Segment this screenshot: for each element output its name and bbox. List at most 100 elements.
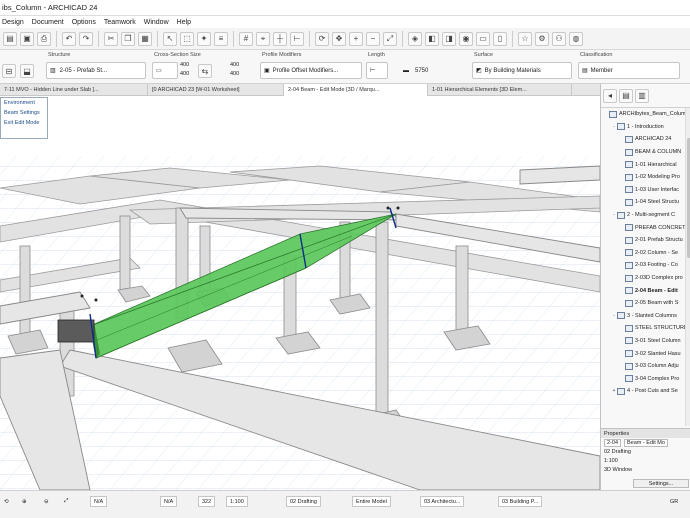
scale-field[interactable]: 1:100 (226, 496, 248, 507)
properties-id[interactable]: 2-04 (604, 438, 622, 447)
undo-icon[interactable]: ↶ (62, 31, 76, 46)
tree-item[interactable]: BEAM & COLUMN (601, 146, 685, 159)
print-icon[interactable]: ⎙ (37, 31, 51, 46)
star-icon[interactable]: ☆ (518, 31, 532, 46)
orbit-icon[interactable]: ⟳ (315, 31, 329, 46)
teamwork-icon[interactable]: ⚇ (552, 31, 566, 46)
tree-item[interactable]: 2-01 Prefab Structu (601, 234, 685, 247)
pan-status-icon[interactable]: ⊖ (44, 496, 49, 507)
tree-item[interactable]: 3-04 Complex Pro (601, 372, 685, 385)
size-a[interactable]: 400 (180, 62, 189, 68)
tree-item[interactable]: STEEL STRUCTURE (601, 322, 685, 335)
tree-item[interactable]: ARCHIbytes_Beam_Colum (601, 108, 685, 121)
model-field[interactable]: Entire Model (352, 496, 391, 507)
project-map-icon[interactable]: ▤ (619, 88, 633, 103)
3d-viewport[interactable] (0, 96, 600, 490)
zoom-status-icon[interactable]: ⊕ (22, 496, 27, 507)
fit-status-icon[interactable]: ⤢ (64, 496, 68, 507)
paste-icon[interactable]: ▦ (138, 31, 152, 46)
save-icon[interactable]: ▣ (20, 31, 34, 46)
undo-status-icon[interactable]: ⟲ (4, 496, 9, 507)
tree-item[interactable]: 2-03 Footing - Co (601, 259, 685, 272)
worksheet-icon[interactable]: ▭ (476, 31, 490, 46)
tab-beam-edit[interactable]: 2-04 Beam - Edit Mode [3D / Marqu... (284, 84, 428, 96)
popup-exit-edit-mode[interactable]: Exit Edit Mode (1, 118, 47, 128)
size-c[interactable]: 400 (230, 62, 239, 68)
redo-icon[interactable]: ↷ (79, 31, 93, 46)
menu-help[interactable]: Help (177, 19, 191, 26)
surface-select[interactable]: ◩ By Building Materials (472, 62, 572, 79)
tree-scrollbar[interactable] (685, 108, 690, 426)
cut-icon[interactable]: ✂ (104, 31, 118, 46)
tree-item[interactable]: 3-01 Steel Column (601, 335, 685, 348)
tree-item[interactable]: -3 - Slanted Columns (601, 310, 685, 323)
pan-icon[interactable]: ✥ (332, 31, 346, 46)
structure-select[interactable]: ▥ 2-05 - Prefab St... (46, 62, 146, 79)
gr-field[interactable]: GR (670, 496, 678, 507)
globe-icon[interactable]: ◍ (569, 31, 583, 46)
tab-mvo[interactable]: 7-11 MVO - Hidden Line under Slab ]... (0, 84, 148, 96)
measure-icon[interactable]: ⊢ (290, 31, 304, 46)
beam-tool-icon[interactable]: ⊟ (2, 64, 16, 78)
guide-icon[interactable]: ┼ (273, 31, 287, 46)
tree-item[interactable]: ARCHICAD 24 (601, 133, 685, 146)
link-icon[interactable]: ⇆ (198, 64, 212, 78)
tree-item[interactable]: -2 - Multi-segment C (601, 209, 685, 222)
na-field-2[interactable]: N/A (160, 496, 178, 507)
menu-window[interactable]: Window (144, 19, 169, 26)
na-field-1[interactable]: N/A (90, 496, 108, 507)
tree-item[interactable]: +4 - Post Cuts and Se (601, 385, 685, 398)
length-mode-button[interactable]: ⊢ (366, 62, 388, 79)
menu-design[interactable]: Design (2, 19, 24, 26)
tree-item[interactable]: 1-04 Steel Structu (601, 196, 685, 209)
tree-item[interactable]: PREFAB CONCRETE (601, 221, 685, 234)
popup-beam-settings[interactable]: Beam Settings (1, 108, 47, 118)
tree-item[interactable]: 1-02 Modeling Pro (601, 171, 685, 184)
copy-icon[interactable]: ❐ (121, 31, 135, 46)
elevation-icon[interactable]: ◨ (442, 31, 456, 46)
building-field[interactable]: 03 Building P... (498, 496, 543, 507)
marquee-tool-icon[interactable]: ⬚ (180, 31, 194, 46)
length-field[interactable]: ▬ 5750 (400, 62, 466, 79)
tree-item[interactable]: 2-04 Beam - Edit (601, 284, 685, 297)
menu-teamwork[interactable]: Teamwork (104, 19, 136, 26)
menu-document[interactable]: Document (32, 19, 64, 26)
tree-item[interactable]: 1-01 Hierarchical (601, 158, 685, 171)
tree-item[interactable]: 2-05 Beam with S (601, 297, 685, 310)
section-icon[interactable]: ◧ (425, 31, 439, 46)
tree-item[interactable]: 3-03 Column Adju (601, 360, 685, 373)
profile-modifiers-button[interactable]: ▣ Profile Offset Modifiers... (260, 62, 362, 79)
zoom-in-icon[interactable]: + (349, 31, 363, 46)
properties-name[interactable]: Beam - Edit Mo (624, 438, 668, 447)
fit-icon[interactable]: ⤢ (383, 31, 397, 46)
settings-icon[interactable]: ⚙ (535, 31, 549, 46)
structure-field[interactable]: 03 Architectu... (420, 496, 465, 507)
tab-hierarchical[interactable]: 1-01 Hierarchical Elements [3D Elem... (428, 84, 572, 96)
3d-view-icon[interactable]: ◈ (408, 31, 422, 46)
open-icon[interactable]: ▤ (3, 31, 17, 46)
size-d[interactable]: 400 (230, 71, 239, 77)
arrow-tool-icon[interactable]: ↖ (163, 31, 177, 46)
geometry-method-icon[interactable]: ⬓ (20, 64, 34, 78)
layout-icon[interactable]: ▯ (493, 31, 507, 46)
back-icon[interactable]: ◂ (603, 88, 617, 103)
settings-button[interactable]: Settings... (633, 479, 689, 488)
zoom-out-icon[interactable]: − (366, 31, 380, 46)
magic-wand-icon[interactable]: ✦ (197, 31, 211, 46)
tree-item[interactable]: 2-02 Column - Se (601, 247, 685, 260)
grid-icon[interactable]: # (239, 31, 253, 46)
section-shape-select[interactable]: ▭ (152, 62, 178, 79)
snap-icon[interactable]: ⌖ (256, 31, 270, 46)
detail-icon[interactable]: ◉ (459, 31, 473, 46)
tab-worksheet[interactable]: [0 ARCHICAD 23 [W-01 Worksheet] (148, 84, 284, 96)
tree-item[interactable]: 3-02 Slanted Hasu (601, 347, 685, 360)
menu-options[interactable]: Options (72, 19, 96, 26)
layer-field[interactable]: 02 Drafting (286, 496, 321, 507)
num-field[interactable]: 322 (198, 496, 216, 507)
tree-item[interactable]: -1 - Introduction (601, 121, 685, 134)
layer-icon[interactable]: ≡ (214, 31, 228, 46)
tree-item[interactable]: 1-03 User Interfac (601, 184, 685, 197)
classification-select[interactable]: ▤ Member (578, 62, 680, 79)
popup-environment[interactable]: Environment (1, 98, 47, 108)
view-map-icon[interactable]: ▥ (635, 88, 649, 103)
